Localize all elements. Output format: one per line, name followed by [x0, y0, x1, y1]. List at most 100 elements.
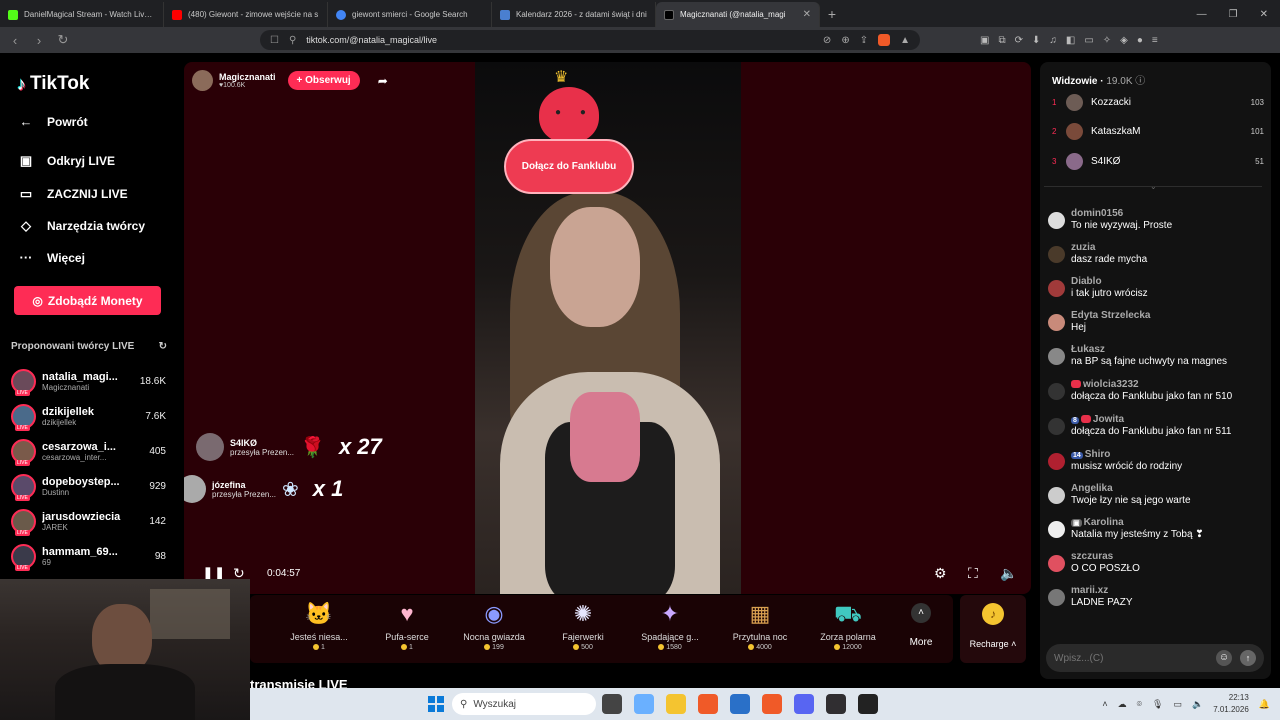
- app-icon[interactable]: [858, 694, 878, 714]
- brave-icon[interactable]: [762, 694, 782, 714]
- taskbar-search[interactable]: ⚲ Wyszukaj: [452, 693, 596, 715]
- cast-off-icon[interactable]: ⊘: [823, 35, 831, 46]
- discord-icon[interactable]: [794, 694, 814, 714]
- follow-button[interactable]: + Obserwuj: [287, 71, 360, 90]
- send-arrow-icon[interactable]: ↑: [1240, 650, 1256, 666]
- gift-item[interactable]: ♥ Pufa-serce 1: [363, 601, 451, 651]
- new-tab-button[interactable]: +: [820, 2, 844, 27]
- url-field[interactable]: ☐ ⚲ tiktok.com/@natalia_magical/live ⊘ ⊕…: [260, 30, 920, 50]
- sidebar-item-discover-live[interactable]: ▣ Odkryj LIVE: [17, 153, 115, 169]
- gift-item[interactable]: ◉ Nocna gwiazda 199: [450, 601, 538, 651]
- close-tab-icon[interactable]: ✕: [803, 9, 811, 20]
- store-icon[interactable]: [730, 694, 750, 714]
- message-user[interactable]: Edyta Strzelecka: [1071, 310, 1151, 321]
- sidebar-item-back[interactable]: ← Powrót: [17, 114, 88, 129]
- sidebar-item-more[interactable]: ··· Więcej: [17, 250, 85, 265]
- gift-item[interactable]: ✺ Fajerwerki 500: [539, 601, 627, 651]
- microphone-icon[interactable]: 🎙: [1152, 699, 1163, 710]
- zoom-icon[interactable]: ⊕: [841, 35, 849, 46]
- sidebar-item-start-live[interactable]: ▭ ZACZNIJ LIVE: [17, 186, 128, 202]
- suggested-creator[interactable]: LIVE cesarzowa_i... cesarzowa_inter... 405: [11, 435, 166, 467]
- obs-icon[interactable]: [826, 694, 846, 714]
- gift-item[interactable]: ✦ Spadające g... 1580: [626, 601, 714, 651]
- get-coins-button[interactable]: ◎ Zdobądź Monety: [14, 286, 161, 315]
- bookmark-icon[interactable]: ☐: [270, 35, 279, 46]
- settings-gear-icon[interactable]: ⚙: [934, 565, 947, 582]
- message-user[interactable]: zuzia: [1071, 242, 1147, 253]
- message-user[interactable]: Diablo: [1071, 276, 1148, 287]
- brave-shield-icon[interactable]: [878, 34, 891, 46]
- brave-icon[interactable]: [698, 694, 718, 714]
- top-viewer-row[interactable]: 1 Kozzacki 103: [1052, 91, 1264, 113]
- forward-icon[interactable]: ›: [32, 33, 46, 48]
- more-gifts-button[interactable]: ˄ More: [898, 603, 944, 648]
- close-window-icon[interactable]: ✕: [1260, 9, 1268, 20]
- share-icon[interactable]: ⇪: [860, 35, 868, 46]
- fullscreen-icon[interactable]: ⛶: [968, 565, 978, 582]
- message-user[interactable]: Karolina: [1084, 517, 1124, 528]
- profile-icon[interactable]: ●: [1137, 35, 1143, 46]
- browser-tab-3[interactable]: giewont smierci - Google Search: [328, 2, 492, 27]
- browser-tab-2[interactable]: (480) Giewont - zimowe wejście na s: [164, 2, 328, 27]
- suggested-creator[interactable]: LIVE natalia_magi... Magicznanati 18.6K: [11, 365, 166, 397]
- suggested-creator[interactable]: LIVE hammam_69... 69 98: [11, 540, 166, 572]
- share-arrow-icon[interactable]: ➦: [378, 74, 388, 88]
- copilot-icon[interactable]: [634, 694, 654, 714]
- browser-tab-4[interactable]: Kalendarz 2026 - z datami świąt i dni: [492, 2, 656, 27]
- message-user[interactable]: Łukasz: [1071, 344, 1227, 355]
- reload-icon[interactable]: ↻: [56, 32, 70, 48]
- windows-start-icon[interactable]: [428, 696, 444, 712]
- ai-icon[interactable]: ✧: [1103, 35, 1111, 46]
- brave-rewards-icon[interactable]: ▲: [900, 35, 910, 46]
- monitor-icon[interactable]: ▭: [1173, 699, 1182, 710]
- gift-item[interactable]: ▦ Przytulna noc 4000: [716, 601, 804, 651]
- emoji-icon[interactable]: ☺: [1216, 650, 1232, 666]
- music-icon[interactable]: ♫: [1049, 35, 1057, 46]
- back-icon[interactable]: ‹: [8, 33, 22, 48]
- puzzle-icon[interactable]: ⧉: [998, 35, 1005, 46]
- host-avatar[interactable]: [192, 70, 213, 91]
- live-stream-player[interactable]: Magicznanati ♥100.6K + Obserwuj ➦ ♛ ● ● …: [184, 62, 1031, 594]
- volume-icon[interactable]: 🔈: [1000, 565, 1017, 582]
- chat-input[interactable]: [1054, 652, 1216, 664]
- clock[interactable]: 22:13 7.01.2026: [1213, 692, 1249, 716]
- extension-icon[interactable]: ▣: [980, 35, 989, 46]
- recharge-button[interactable]: ♪ Recharge ˄: [960, 595, 1026, 663]
- gift-item[interactable]: ⛟ Zorza polarna 12000: [804, 601, 892, 651]
- minimize-icon[interactable]: —: [1197, 9, 1207, 20]
- wallet-icon[interactable]: ▭: [1084, 35, 1093, 46]
- chevron-up-icon[interactable]: ˄: [1102, 699, 1107, 709]
- top-viewer-row[interactable]: 3 S4IKØ 51: [1052, 150, 1264, 172]
- sidebar-item-creator-tools[interactable]: ◇ Narzędzia twórcy: [17, 218, 145, 234]
- download-icon[interactable]: ⬇: [1032, 35, 1040, 46]
- top-viewer-row[interactable]: 2 KataszkaM 101: [1052, 120, 1264, 142]
- sync-icon[interactable]: ⟳: [1015, 35, 1023, 46]
- host-name[interactable]: Magicznanati: [219, 72, 276, 82]
- file-explorer-icon[interactable]: [666, 694, 686, 714]
- task-view-icon[interactable]: [602, 694, 622, 714]
- menu-icon[interactable]: ≡: [1152, 35, 1158, 46]
- vpn-icon[interactable]: ◈: [1120, 35, 1128, 46]
- tiktok-logo[interactable]: ♪ TikTok: [17, 73, 89, 95]
- message-user[interactable]: wiolcia3232: [1083, 379, 1139, 390]
- site-info-icon[interactable]: ⚲: [289, 35, 296, 46]
- volume-icon[interactable]: 🔈: [1192, 699, 1203, 710]
- message-user[interactable]: Angelika: [1071, 483, 1191, 494]
- refresh-icon[interactable]: ↻: [159, 341, 167, 352]
- chevron-down-icon[interactable]: ⌄: [1150, 182, 1157, 191]
- notification-bell-icon[interactable]: 🔔: [1259, 699, 1270, 710]
- browser-tab-5-active[interactable]: Magicznanati (@natalia_magi ✕: [656, 2, 820, 27]
- gift-item[interactable]: 🐱 Jesteś niesa... 1: [275, 601, 363, 651]
- join-fanclub-banner[interactable]: ♛ ● ● Dołącz do Fanklubu: [494, 67, 634, 197]
- message-user[interactable]: szczuras: [1071, 551, 1140, 562]
- browser-tab-1[interactable]: DanielMagical Stream - Watch Live o: [0, 2, 164, 27]
- info-icon[interactable]: ⓘ: [1135, 76, 1145, 87]
- wifi-icon[interactable]: ⌾: [1137, 699, 1142, 710]
- suggested-creator[interactable]: LIVE dzikijellek dzikijellek 7.6K: [11, 400, 166, 432]
- message-user[interactable]: domin0156: [1071, 208, 1172, 219]
- message-user[interactable]: Shiro: [1085, 449, 1111, 460]
- restore-icon[interactable]: ❐: [1229, 9, 1238, 20]
- suggested-creator[interactable]: LIVE jarusdowziecia JAREK 142: [11, 505, 166, 537]
- network-icon[interactable]: ☁: [1118, 699, 1127, 710]
- suggested-creator[interactable]: LIVE dopeboystep... Dustinn 929: [11, 470, 166, 502]
